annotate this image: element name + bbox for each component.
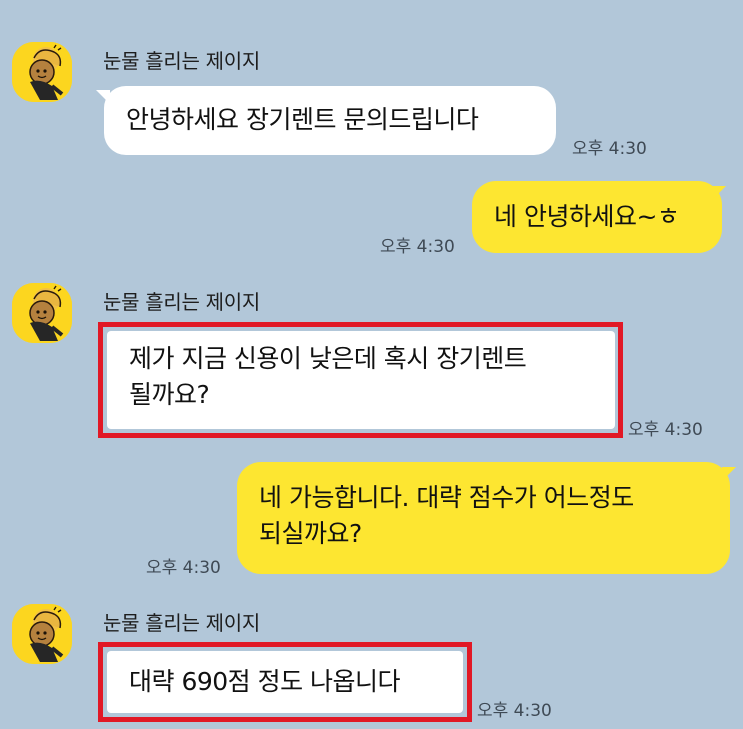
message-bubble-sent[interactable]: 네 가능합니다. 대략 점수가 어느정도 되실까요? xyxy=(237,462,730,574)
sender-name: 눈물 흘리는 제이지 xyxy=(103,611,260,635)
message-bubble-received[interactable]: 대략 690점 정도 나옵니다 xyxy=(107,651,463,713)
bubble-tail xyxy=(712,186,726,200)
message-text: 대략 690점 정도 나옵니다 xyxy=(129,667,401,696)
ryan-character-icon xyxy=(12,283,72,343)
sender-name: 눈물 흘리는 제이지 xyxy=(103,49,260,73)
message-bubble-sent[interactable]: 네 안녕하세요~ㅎ xyxy=(472,181,722,253)
message-time: 오후 4:30 xyxy=(380,237,455,257)
message-bubble-received[interactable]: 안녕하세요 장기렌트 문의드립니다 xyxy=(104,86,556,155)
message-text: 네 가능합니다. 대략 점수가 어느정도 되실까요? xyxy=(259,483,634,548)
message-bubble-received[interactable]: 제가 지금 신용이 낮은데 혹시 장기렌트 될까요? xyxy=(107,331,615,429)
bubble-tail xyxy=(722,467,736,481)
ryan-character-icon xyxy=(12,42,72,102)
sender-avatar[interactable] xyxy=(12,42,72,102)
message-text: 안녕하세요 장기렌트 문의드립니다 xyxy=(126,105,479,134)
sender-name: 눈물 흘리는 제이지 xyxy=(103,290,260,314)
message-text: 네 안녕하세요~ㅎ xyxy=(494,202,680,231)
message-time: 오후 4:30 xyxy=(477,701,552,721)
ryan-character-icon xyxy=(12,604,72,664)
message-time: 오후 4:30 xyxy=(628,420,703,440)
message-text: 제가 지금 신용이 낮은데 혹시 장기렌트 될까요? xyxy=(129,344,527,409)
message-time: 오후 4:30 xyxy=(146,558,221,578)
chat-room: 눈물 흘리는 제이지 안녕하세요 장기렌트 문의드립니다 오후 4:30 네 안… xyxy=(0,0,743,729)
message-time: 오후 4:30 xyxy=(572,139,647,159)
sender-avatar[interactable] xyxy=(12,604,72,664)
bubble-tail xyxy=(96,90,110,104)
sender-avatar[interactable] xyxy=(12,283,72,343)
